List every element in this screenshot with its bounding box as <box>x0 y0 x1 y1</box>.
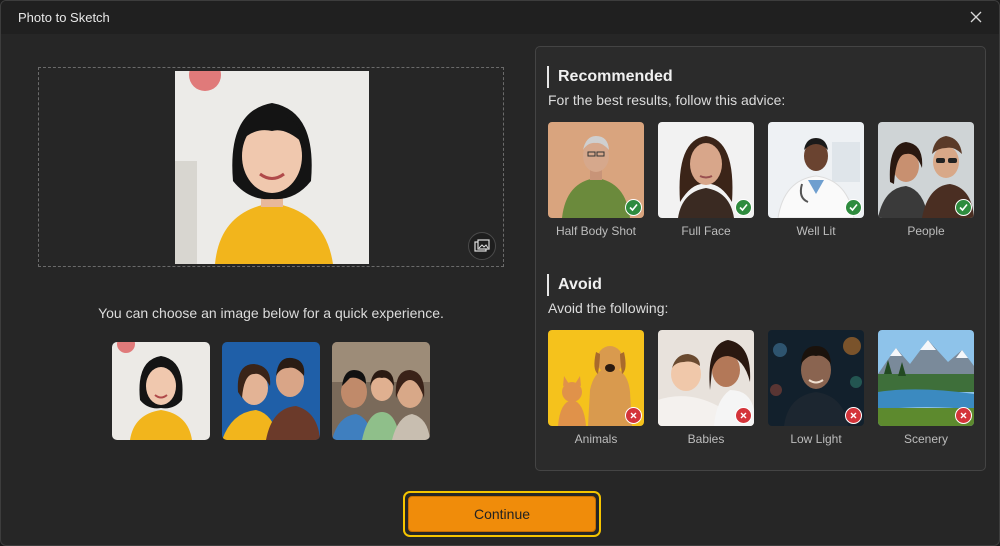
full-face-label: Full Face <box>681 224 731 238</box>
advice-panel: Recommended For the best results, follow… <box>535 46 986 471</box>
people-image <box>878 122 974 218</box>
babies-label: Babies <box>687 432 725 446</box>
avoid-header: Avoid <box>547 274 602 296</box>
replace-image-icon <box>474 239 490 252</box>
section-accent-bar <box>547 66 549 88</box>
section-accent-bar <box>547 274 549 296</box>
sample-couple[interactable] <box>222 342 320 440</box>
recommended-half-body-shot: Half Body Shot <box>548 122 644 238</box>
replace-image-button[interactable] <box>468 232 496 260</box>
avoid-list: Animals Babies Low Light Scenery <box>548 330 974 446</box>
half-body-shot-image <box>548 122 644 218</box>
photo-to-sketch-dialog: Photo to Sketch You can choose an image … <box>0 0 1000 546</box>
rejected-x-icon <box>845 407 862 424</box>
avoid-babies: Babies <box>658 330 754 446</box>
well-lit-label: Well Lit <box>796 224 836 238</box>
approved-check-icon <box>845 199 862 216</box>
recommended-list: Half Body Shot Full Face Well Lit People <box>548 122 974 238</box>
close-icon <box>970 11 982 23</box>
recommended-well-lit: Well Lit <box>768 122 864 238</box>
recommended-header: Recommended <box>547 66 673 88</box>
selected-image-preview <box>175 71 369 264</box>
half-body-shot-label: Half Body Shot <box>555 224 637 238</box>
continue-focus-ring: Continue <box>403 491 601 537</box>
close-button[interactable] <box>963 5 989 29</box>
recommended-title: Recommended <box>558 68 673 85</box>
rejected-x-icon <box>735 407 752 424</box>
sample-portrait-woman[interactable] <box>112 342 210 440</box>
sample-images <box>112 342 430 440</box>
quick-experience-text: You can choose an image below for a quic… <box>98 305 444 321</box>
approved-check-icon <box>625 199 642 216</box>
avoid-scenery: Scenery <box>878 330 974 446</box>
avoid-subtitle: Avoid the following: <box>548 300 669 316</box>
avoid-animals: Animals <box>548 330 644 446</box>
scenery-label: Scenery <box>903 432 949 446</box>
continue-button[interactable]: Continue <box>408 496 596 532</box>
rejected-x-icon <box>625 407 642 424</box>
full-face-image <box>658 122 754 218</box>
people-label: People <box>907 224 945 238</box>
rejected-x-icon <box>955 407 972 424</box>
avoid-title: Avoid <box>558 276 602 293</box>
well-lit-image <box>768 122 864 218</box>
dialog-title: Photo to Sketch <box>18 10 110 25</box>
recommended-subtitle: For the best results, follow this advice… <box>548 92 786 108</box>
babies-image <box>658 330 754 426</box>
image-dropzone[interactable] <box>38 67 504 267</box>
sample-family[interactable] <box>332 342 430 440</box>
animals-image <box>548 330 644 426</box>
recommended-full-face: Full Face <box>658 122 754 238</box>
scenery-image <box>878 330 974 426</box>
avoid-low-light: Low Light <box>768 330 864 446</box>
approved-check-icon <box>735 199 752 216</box>
animals-label: Animals <box>574 432 618 446</box>
low-light-image <box>768 330 864 426</box>
title-bar: Photo to Sketch <box>1 1 999 34</box>
recommended-people: People <box>878 122 974 238</box>
low-light-label: Low Light <box>790 432 842 446</box>
approved-check-icon <box>955 199 972 216</box>
